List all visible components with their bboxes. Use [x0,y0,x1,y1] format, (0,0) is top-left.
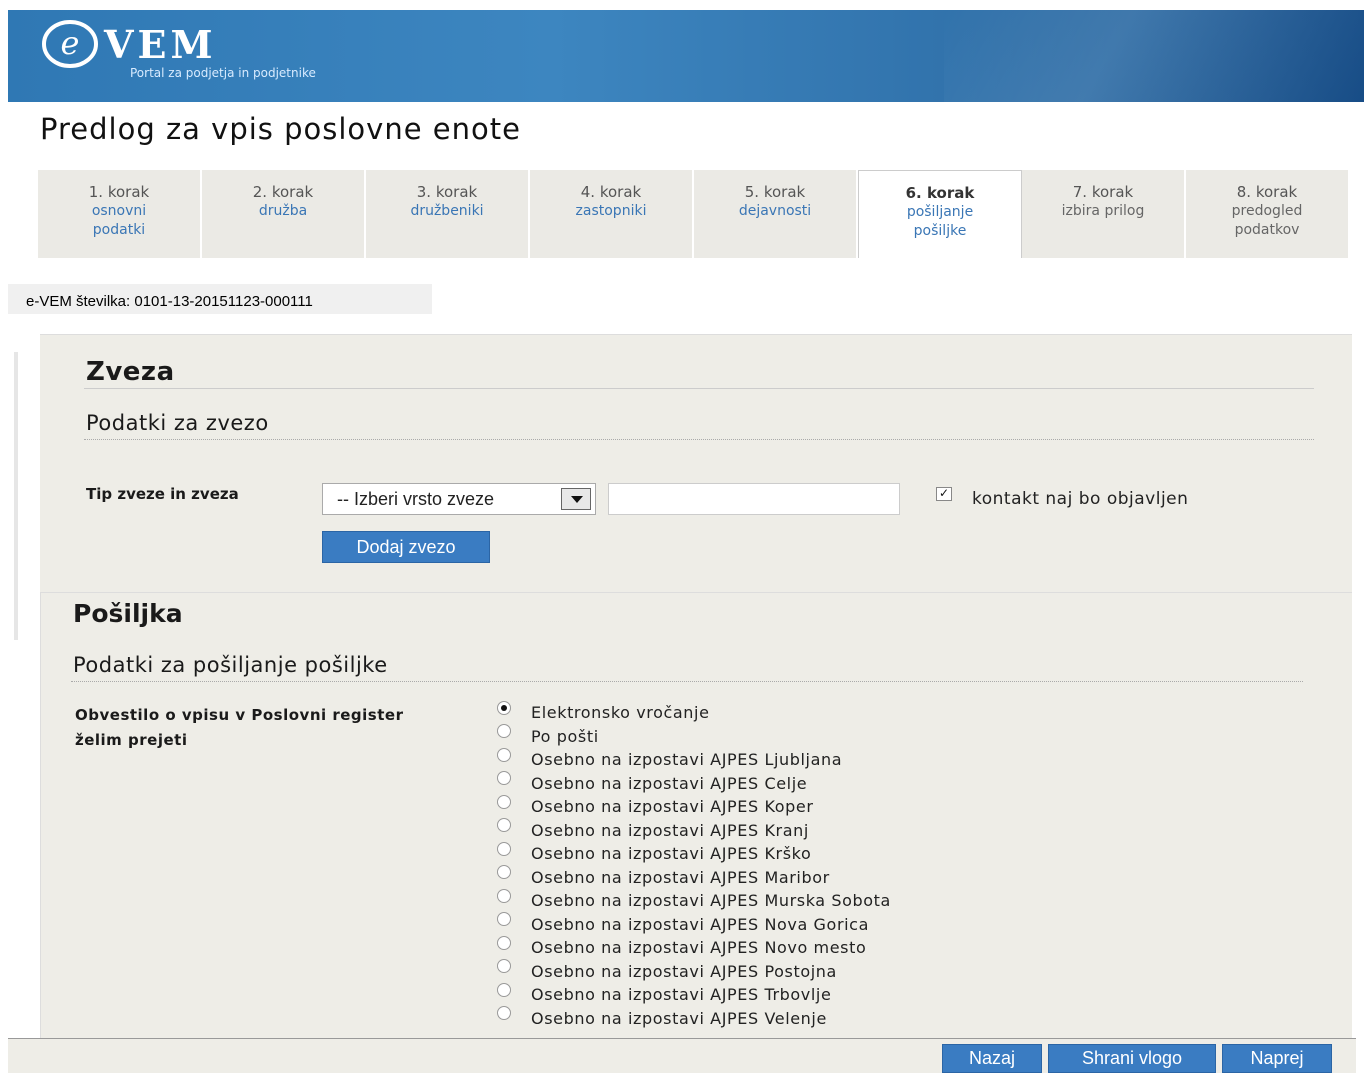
contact-type-select-value: -- Izberi vrsto zveze [337,489,495,509]
tab-step-8[interactable]: 8. korak predogled podatkov [1186,170,1350,258]
tab-step-6[interactable]: 6. korak pošiljanje pošiljke [858,170,1022,258]
delivery-option-label: Elektronsko vročanje [531,703,710,723]
delivery-option[interactable]: Osebno na izpostavi AJPES Celje [497,771,891,796]
tab-step-label: pošiljanje pošiljke [906,204,974,239]
delivery-option[interactable]: Osebno na izpostavi AJPES Nova Gorica [497,912,891,937]
svg-text:e: e [61,24,80,62]
evem-logo-icon: e [42,20,98,68]
delivery-option[interactable]: Osebno na izpostavi AJPES Velenje [497,1006,891,1031]
delivery-option[interactable]: Osebno na izpostavi AJPES Ljubljana [497,747,891,772]
delivery-option[interactable]: Elektronsko vročanje [497,700,891,725]
posiljka-title: Pošiljka [73,599,183,628]
tab-step-label: dejavnosti [738,203,812,219]
evem-number: e-VEM številka: 0101-13-20151123-000111 [8,284,432,314]
save-button[interactable]: Shrani vlogo [1048,1044,1216,1073]
tab-step-number: 2. korak [252,183,314,201]
tab-step-1[interactable]: 1. korak osnovni podatki [38,170,202,258]
radio[interactable] [497,935,511,950]
delivery-option[interactable]: Osebno na izpostavi AJPES Kranj [497,818,891,843]
delivery-option[interactable]: Osebno na izpostavi AJPES Maribor [497,865,891,890]
delivery-option[interactable]: Osebno na izpostavi AJPES Trbovlje [497,982,891,1007]
tab-step-number: 6. korak [905,184,975,202]
tab-step-number: 1. korak [88,183,150,201]
zveza-subtitle: Podatki za zvezo [86,411,269,435]
chevron-down-icon[interactable] [561,488,591,510]
left-divider [14,352,18,640]
tab-step-number: 4. korak [580,183,642,201]
tab-step-label: izbira prilog [1061,203,1145,219]
radio[interactable] [497,982,511,997]
delivery-option-label: Osebno na izpostavi AJPES Maribor [531,867,830,887]
step-tabs: 1. korak osnovni podatki 2. korak družba… [38,170,1352,258]
tab-step-label: zastopniki [575,203,647,219]
page-title: Predlog za vpis poslovne enote [40,112,521,146]
delivery-option-label: Osebno na izpostavi AJPES Ljubljana [531,750,843,770]
tab-step-2[interactable]: 2. korak družba [202,170,366,258]
add-contact-button[interactable]: Dodaj zvezo [322,531,490,563]
page: e VEM Portal za podjetja in podjetnike P… [0,0,1364,1073]
delivery-option-label: Osebno na izpostavi AJPES Murska Sobota [531,891,891,911]
contact-value-input[interactable] [608,483,900,515]
delivery-notice-label: Obvestilo o vpisu v Poslovni register že… [75,706,404,749]
delivery-option-label: Osebno na izpostavi AJPES Velenje [531,1008,827,1028]
delivery-option[interactable]: Osebno na izpostavi AJPES Postojna [497,959,891,984]
delivery-option[interactable]: Po pošti [497,724,891,749]
publish-contact-label: kontakt naj bo objavljen [972,489,1189,509]
logo-subtitle: Portal za podjetja in podjetnike [130,66,316,80]
radio[interactable] [497,818,511,833]
tab-step-7[interactable]: 7. korak izbira prilog [1022,170,1186,258]
radio[interactable] [497,724,511,739]
radio[interactable] [497,841,511,856]
posiljka-section: Pošiljka Podatki za pošiljanje pošiljke … [40,592,1352,1038]
delivery-option[interactable]: Osebno na izpostavi AJPES Novo mesto [497,935,891,960]
delivery-option-label: Osebno na izpostavi AJPES Celje [531,773,808,793]
tab-step-label: osnovni podatki [91,203,147,238]
delivery-option-label: Osebno na izpostavi AJPES Postojna [531,961,837,981]
divider [84,388,1314,389]
tab-step-number: 7. korak [1072,183,1134,201]
zveza-section: Zveza Podatki za zvezo Tip zveze in zvez… [40,334,1352,592]
tab-step-label: predogled podatkov [1231,203,1303,238]
radio-selected[interactable] [497,700,511,715]
delivery-option-label: Osebno na izpostavi AJPES Novo mesto [531,938,867,958]
logo-text: VEM [104,22,217,67]
delivery-option-label: Osebno na izpostavi AJPES Nova Gorica [531,914,869,934]
delivery-options: Elektronsko vročanje Po pošti Osebno na … [497,700,891,1031]
delivery-option[interactable]: Osebno na izpostavi AJPES Murska Sobota [497,888,891,913]
radio[interactable] [497,959,511,974]
tab-step-4[interactable]: 4. korak zastopniki [530,170,694,258]
tab-step-3[interactable]: 3. korak družbeniki [366,170,530,258]
delivery-option-label: Osebno na izpostavi AJPES Kranj [531,820,809,840]
delivery-option[interactable]: Osebno na izpostavi AJPES Krško [497,841,891,866]
radio[interactable] [497,747,511,762]
divider [84,439,1314,440]
next-button[interactable]: Naprej [1222,1044,1332,1073]
delivery-option[interactable]: Osebno na izpostavi AJPES Koper [497,794,891,819]
tab-step-5[interactable]: 5. korak dejavnosti [694,170,858,258]
tab-step-label: družba [258,203,308,219]
tab-step-number: 5. korak [744,183,806,201]
divider [71,681,1303,682]
contact-type-label: Tip zveze in zveza [86,485,239,503]
delivery-option-label: Osebno na izpostavi AJPES Trbovlje [531,985,832,1005]
tab-step-label: družbeniki [410,203,484,219]
radio[interactable] [497,1006,511,1021]
header-banner: e VEM Portal za podjetja in podjetnike [8,10,1364,102]
radio[interactable] [497,865,511,880]
radio[interactable] [497,912,511,927]
posiljka-subtitle: Podatki za pošiljanje pošiljke [73,653,388,677]
back-button[interactable]: Nazaj [942,1044,1042,1073]
delivery-option-label: Osebno na izpostavi AJPES Krško [531,844,812,864]
radio[interactable] [497,771,511,786]
publish-contact-checkbox[interactable]: ✓ [936,487,952,501]
radio[interactable] [497,888,511,903]
contact-type-select[interactable]: -- Izberi vrsto zveze [322,483,596,515]
radio[interactable] [497,794,511,809]
delivery-option-label: Po pošti [531,726,599,746]
delivery-option-label: Osebno na izpostavi AJPES Koper [531,797,814,817]
tab-step-number: 8. korak [1236,183,1298,201]
tab-step-number: 3. korak [416,183,478,201]
zveza-title: Zveza [86,357,175,387]
